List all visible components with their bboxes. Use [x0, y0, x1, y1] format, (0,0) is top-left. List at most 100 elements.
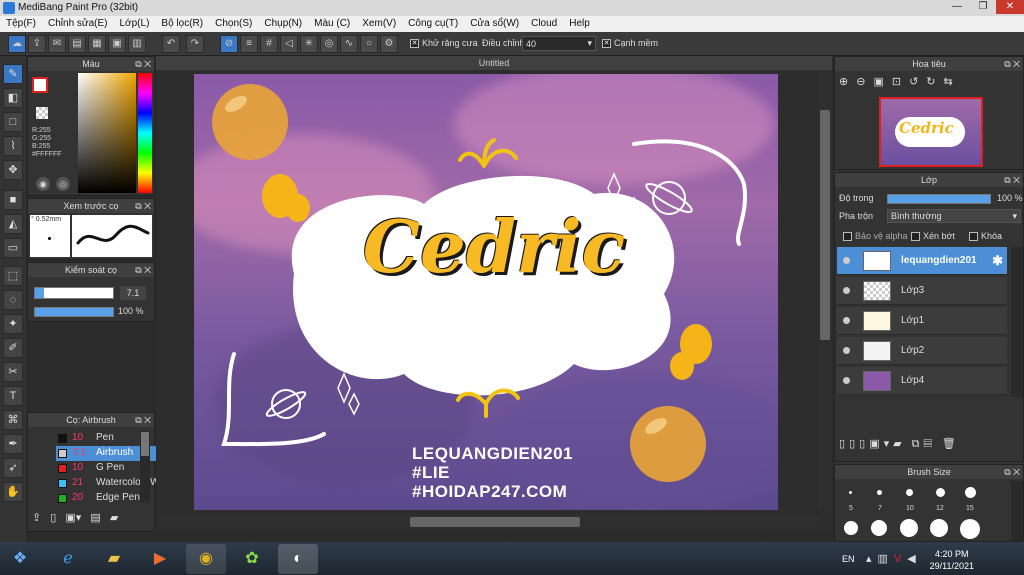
- transparent-color-icon[interactable]: [36, 107, 48, 119]
- rotate-left-icon[interactable]: ↺: [909, 76, 926, 88]
- menu-view[interactable]: Xem(V): [356, 16, 402, 32]
- new-brush-icon[interactable]: ▯: [50, 512, 56, 524]
- operation-tool-icon[interactable]: ➶: [3, 458, 23, 478]
- minimize-button[interactable]: —: [944, 0, 970, 14]
- blur-tool-icon[interactable]: ⌇: [3, 136, 23, 156]
- palette-icon[interactable]: ◉: [36, 177, 50, 191]
- layer-item[interactable]: Lớp3: [837, 277, 1007, 305]
- undo-icon[interactable]: ↶: [162, 35, 180, 53]
- snap-curve-icon[interactable]: ∿: [340, 35, 358, 53]
- browser-icon[interactable]: ℯ: [48, 544, 88, 574]
- snap-circle-icon[interactable]: ◎: [320, 35, 338, 53]
- brush-opacity-slider[interactable]: [34, 307, 114, 317]
- color-history-icon[interactable]: ◎: [56, 177, 70, 191]
- close-icon[interactable]: ⧉ ✕: [135, 263, 151, 277]
- language-indicator[interactable]: EN: [842, 554, 855, 564]
- copy-layer-icon[interactable]: ▯: [849, 438, 859, 450]
- close-icon[interactable]: ⧉ ✕: [1004, 173, 1020, 187]
- eye-icon[interactable]: [843, 347, 850, 354]
- redo-icon[interactable]: ↷: [186, 35, 204, 53]
- canvas-tab-title[interactable]: Untitled: [156, 56, 832, 70]
- brush-size-scrollbar[interactable]: [1011, 481, 1023, 541]
- hand-tool-icon[interactable]: ✋: [3, 482, 23, 502]
- close-icon[interactable]: ⧉ ✕: [135, 57, 151, 71]
- network-icon[interactable]: ▥: [878, 553, 894, 565]
- chevron-up-icon[interactable]: ▴: [866, 553, 878, 565]
- cloud-icon[interactable]: ☁: [8, 35, 26, 53]
- add-brush-icon[interactable]: ▣▾: [65, 512, 81, 524]
- medibang-icon[interactable]: ◐: [278, 544, 318, 574]
- close-button[interactable]: ✕: [996, 0, 1024, 14]
- file-explorer-icon[interactable]: ▰: [94, 544, 134, 574]
- comment-icon[interactable]: ✉: [48, 35, 66, 53]
- horizontal-scrollbar[interactable]: [160, 515, 820, 529]
- new-halftone-layer-icon[interactable]: ▯: [859, 438, 869, 450]
- close-icon[interactable]: ⧉ ✕: [135, 199, 151, 213]
- eye-icon[interactable]: [843, 317, 850, 324]
- volume-icon[interactable]: ◀: [907, 553, 921, 565]
- dot-tool-icon[interactable]: □: [3, 112, 23, 132]
- cloud-brush-icon[interactable]: ⇪: [32, 512, 41, 524]
- start-icon[interactable]: ❖: [2, 544, 38, 574]
- soft-edge-toggle[interactable]: ✕ Cạnh mềm: [602, 38, 658, 49]
- brush-size-option[interactable]: 10: [906, 505, 914, 512]
- magic-wand-tool-icon[interactable]: ✦: [3, 314, 23, 334]
- actual-size-icon[interactable]: ⊡: [892, 76, 909, 88]
- menu-color[interactable]: Màu (C): [308, 16, 356, 32]
- gear-icon[interactable]: ✱: [992, 253, 1003, 269]
- menu-edit[interactable]: Chỉnh sửa(E): [42, 16, 114, 32]
- foreground-color-swatch[interactable]: [32, 77, 48, 93]
- select-eraser-tool-icon[interactable]: ✂: [3, 362, 23, 382]
- clock[interactable]: 4:20 PM 29/11/2021: [930, 548, 974, 572]
- close-icon[interactable]: ⧉ ✕: [1004, 57, 1020, 71]
- menu-capture[interactable]: Chụp(N): [258, 16, 308, 32]
- navigator-thumbnail[interactable]: Cedric: [879, 97, 983, 167]
- snap-off-icon[interactable]: ⊘: [220, 35, 238, 53]
- select-pen-tool-icon[interactable]: ✐: [3, 338, 23, 358]
- lock-toggle[interactable]: Khóa: [969, 231, 1002, 242]
- brush-settings-icon[interactable]: ▤: [90, 512, 100, 524]
- material-icon[interactable]: ▤: [68, 35, 86, 53]
- layer-list-scrollbar[interactable]: [1011, 247, 1023, 397]
- gradient-tool-icon[interactable]: ▭: [3, 238, 23, 258]
- coccoc-icon[interactable]: ✿: [232, 544, 272, 574]
- share-icon[interactable]: ⇪: [28, 35, 46, 53]
- menu-help[interactable]: Help: [563, 16, 596, 32]
- brush-size-slider[interactable]: [34, 287, 114, 299]
- bucket-tool-icon[interactable]: ◭: [3, 214, 23, 234]
- eye-icon[interactable]: [843, 377, 850, 384]
- folder-icon[interactable]: ▰: [110, 512, 118, 524]
- media-player-icon[interactable]: ▶: [140, 544, 180, 574]
- grid-icon[interactable]: ▥: [128, 35, 146, 53]
- move-tool-icon[interactable]: ✥: [3, 160, 23, 180]
- brush-size-value[interactable]: 7.1: [120, 286, 146, 300]
- adjust-input[interactable]: 40 ▾: [522, 36, 596, 51]
- menu-filter[interactable]: Bộ lọc(R): [155, 16, 209, 32]
- zoom-in-icon[interactable]: ⊕: [839, 76, 856, 88]
- blend-mode-select[interactable]: Bình thường ▾: [887, 209, 1021, 223]
- antialias-toggle[interactable]: ✕ Khử răng cưa: [410, 38, 478, 49]
- eyedropper-tool-icon[interactable]: ✒: [3, 434, 23, 454]
- snap-radial-icon[interactable]: ✳: [300, 35, 318, 53]
- clipping-toggle[interactable]: Xén bớt: [911, 231, 955, 242]
- merge-down-icon[interactable]: ⧉: [912, 438, 924, 450]
- close-icon[interactable]: ⧉ ✕: [135, 413, 151, 427]
- select-tool-icon[interactable]: ⬚: [3, 266, 23, 286]
- saturation-value-picker[interactable]: [78, 73, 136, 193]
- flip-icon[interactable]: ⇆: [944, 76, 961, 88]
- text-tool-icon[interactable]: T: [3, 386, 23, 406]
- document-icon[interactable]: ▦: [88, 35, 106, 53]
- eye-icon[interactable]: [843, 287, 850, 294]
- zoom-out-icon[interactable]: ⊖: [856, 76, 873, 88]
- trash-icon[interactable]: 🗑: [942, 438, 960, 450]
- add-layer-menu-icon[interactable]: ▣▾: [869, 438, 893, 450]
- fill-rect-tool-icon[interactable]: ■: [3, 190, 23, 210]
- menu-window[interactable]: Cửa sổ(W): [464, 16, 525, 32]
- layer-item[interactable]: Lớp1: [837, 307, 1007, 335]
- brush-tool-icon[interactable]: ✎: [3, 64, 23, 84]
- brush-size-option[interactable]: 5: [849, 505, 853, 512]
- maximize-button[interactable]: ❐: [970, 0, 996, 14]
- snap-ellipse-icon[interactable]: ○: [360, 35, 378, 53]
- layer-item[interactable]: Lớp2: [837, 337, 1007, 365]
- protect-alpha-toggle[interactable]: Bảo vệ alpha: [843, 231, 908, 242]
